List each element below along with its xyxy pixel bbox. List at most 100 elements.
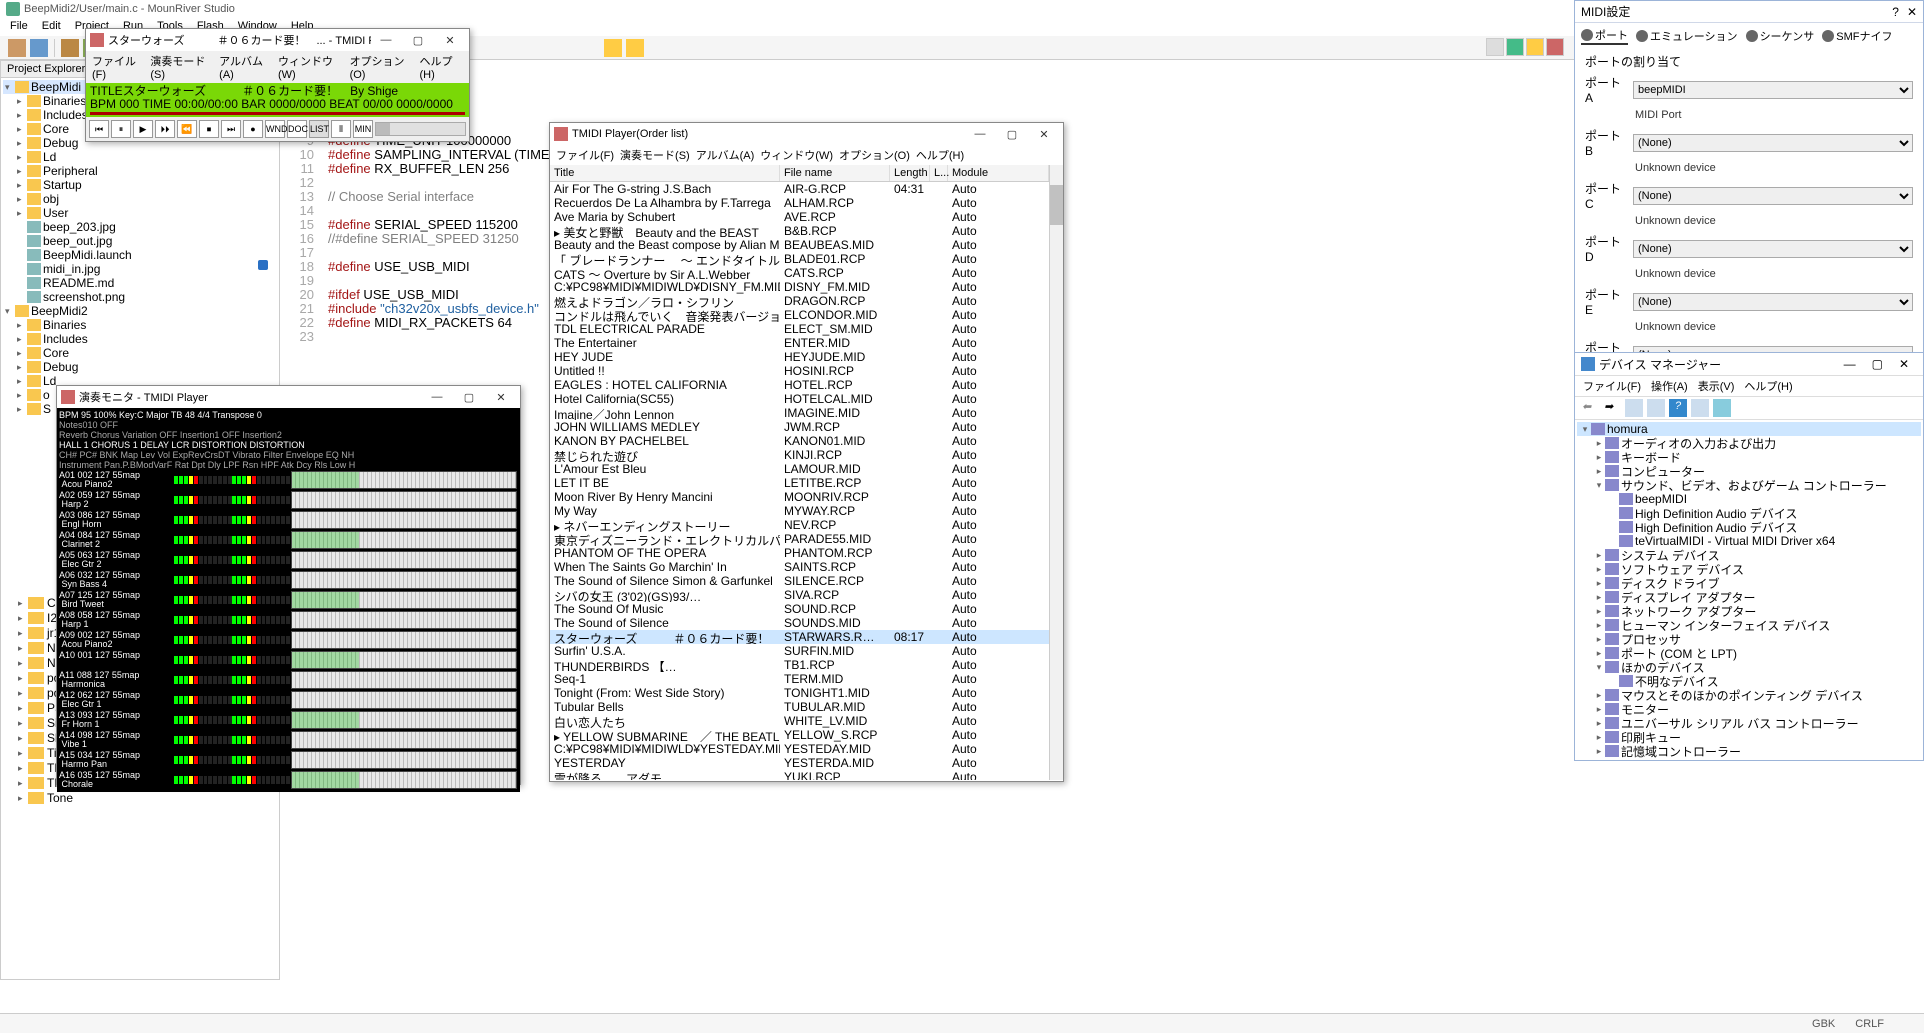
tab[interactable]: SMFナイフ (1822, 27, 1892, 45)
menu-item[interactable]: オプション(O) (839, 147, 910, 163)
list-item[interactable]: 白い恋人たちWHITE_LV.MIDAuto (550, 714, 1049, 728)
tree-node[interactable]: README.md (3, 276, 277, 290)
icon[interactable] (1526, 38, 1544, 56)
port-select[interactable]: (None) (1633, 293, 1913, 311)
list-item[interactable]: JOHN WILLIAMS MEDLEYJWM.RCPAuto (550, 420, 1049, 434)
stopbk-button[interactable]: ⏪ (177, 120, 197, 138)
menu-item[interactable]: ファイル(F) (1583, 378, 1641, 394)
list-item[interactable]: YESTERDAYYESTERDA.MIDAuto (550, 756, 1049, 770)
list-item[interactable]: ▸ ネバーエンディングストーリーNEV.RCPAuto (550, 518, 1049, 532)
list-item[interactable]: Recuerdos De La Alhambra by F.TarregaALH… (550, 196, 1049, 210)
tree-node[interactable]: ▸Ld (3, 150, 277, 164)
menu-item[interactable]: アルバム(A) (219, 53, 272, 81)
tree-node[interactable]: ▸Binaries (3, 318, 277, 332)
globe-icon[interactable] (1506, 38, 1524, 56)
devmgr-titlebar[interactable]: デバイス マネージャー — ▢ ✕ (1575, 353, 1923, 375)
list-item[interactable]: PHANTOM OF THE OPERAPHANTOM.RCPAuto (550, 546, 1049, 560)
tb-ic4[interactable] (1713, 399, 1731, 417)
menu-item[interactable]: ウィンドウ(W) (760, 147, 833, 163)
menu-item[interactable]: Edit (42, 20, 61, 34)
hammer-icon[interactable] (61, 39, 79, 57)
tree-node[interactable]: ▸obj (3, 192, 277, 206)
menu-item[interactable]: 演奏モード(S) (150, 53, 213, 81)
icon[interactable] (1546, 38, 1564, 56)
device-node[interactable]: ▸記憶域コントローラー (1577, 744, 1921, 758)
tab[interactable]: シーケンサ (1746, 27, 1815, 45)
back-icon[interactable]: ⬅ (1581, 399, 1599, 417)
tree-node[interactable]: ▸Peripheral (3, 164, 277, 178)
bars-button[interactable]: ⫴ (331, 120, 351, 138)
prev-button[interactable]: ⏮ (89, 120, 109, 138)
list-item[interactable]: コンドルは飛んでいく 音楽発表バージョン アッキ…ELCONDOR.MIDAut… (550, 308, 1049, 322)
min-button[interactable]: MIN (353, 120, 373, 138)
list-item[interactable]: 雪が降る アダモYUKI.RCPAuto (550, 770, 1049, 780)
col-module[interactable]: Module (948, 165, 1049, 181)
minimize-icon[interactable]: — (1836, 357, 1864, 371)
tree-node[interactable]: ▾BeepMidi2 (3, 304, 277, 318)
ffwd-button[interactable]: ⏵⏵ (155, 120, 175, 138)
list-button[interactable]: LIST (309, 120, 329, 138)
midiset-titlebar[interactable]: MIDI設定 ? ✕ (1575, 1, 1923, 23)
maximize-icon[interactable]: ▢ (997, 125, 1027, 143)
list-item[interactable]: THUNDERBIRDS 【…TB1.RCPAuto (550, 658, 1049, 672)
list-item[interactable]: Hotel California(SC55)HOTELCAL.MIDAuto (550, 392, 1049, 406)
tree-node[interactable]: ▸Debug (3, 360, 277, 374)
list-item[interactable]: 「 ブレードランナー 〜 エンドタイトル・テーマ 〜 」Arr…BLADE01.… (550, 252, 1049, 266)
tb-ic1[interactable] (1625, 399, 1643, 417)
menu-item[interactable]: オプション(O) (350, 53, 414, 81)
player-titlebar[interactable]: スターウォーズ ＃０６カード要！ ... - TMIDI Player — ▢ … (86, 29, 469, 51)
perf-titlebar[interactable]: 演奏モニタ - TMIDI Player — ▢ ✕ (57, 386, 520, 408)
back-icon[interactable] (604, 39, 622, 57)
list-item[interactable]: CATS 〜 Overture by Sir A.L.WebberCATS.RC… (550, 266, 1049, 280)
menu-item[interactable]: ウィンドウ(W) (278, 53, 344, 81)
save-icon[interactable] (30, 39, 48, 57)
tab[interactable]: ポート (1581, 27, 1628, 45)
devmgr-tree[interactable]: ▾homura▸オーディオの入力および出力▸キーボード▸コンピューター▾サウンド… (1575, 420, 1923, 760)
close-icon[interactable]: ✕ (1907, 5, 1917, 19)
list-item[interactable]: HEY JUDEHEYJUDE.MIDAuto (550, 350, 1049, 364)
maximize-icon[interactable]: ▢ (1864, 357, 1891, 371)
list-item[interactable]: Air For The G-string J.S.BachAIR-G.RCP04… (550, 182, 1049, 196)
close-icon[interactable]: ✕ (486, 388, 516, 406)
tree-node[interactable]: ▸Core (3, 346, 277, 360)
minimize-icon[interactable]: — (371, 31, 401, 49)
tab[interactable]: エミュレーション (1636, 27, 1738, 45)
list-item[interactable]: Imajine／John LennonIMAGINE.MIDAuto (550, 406, 1049, 420)
list-item[interactable]: My WayMYWAY.RCPAuto (550, 504, 1049, 518)
list-item[interactable]: Untitled !!HOSINI.RCPAuto (550, 364, 1049, 378)
port-select[interactable]: (None) (1633, 187, 1913, 205)
col-length[interactable]: Length (890, 165, 930, 181)
seek-scrollbar[interactable] (375, 122, 466, 136)
close-icon[interactable]: ✕ (1029, 125, 1059, 143)
tree-node[interactable]: screenshot.png (3, 290, 277, 304)
play-button[interactable]: ▶ (133, 120, 153, 138)
tb-ic3[interactable] (1691, 399, 1709, 417)
close-icon[interactable]: ✕ (435, 31, 465, 49)
list-item[interactable]: The Sound of SilenceSOUNDS.MIDAuto (550, 616, 1049, 630)
list-item[interactable]: Moon River By Henry ManciniMOONRIV.RCPAu… (550, 490, 1049, 504)
menu-item[interactable]: 演奏モード(S) (620, 147, 690, 163)
new-icon[interactable] (8, 39, 26, 57)
icon[interactable] (1486, 38, 1504, 56)
minimize-icon[interactable]: — (965, 125, 995, 143)
tree-node[interactable]: beep_out.jpg (3, 234, 277, 248)
menu-item[interactable]: File (10, 20, 28, 34)
wnd-button[interactable]: WND (265, 120, 285, 138)
menu-item[interactable]: ヘルプ(H) (419, 53, 463, 81)
next-button[interactable]: ⏭ (221, 120, 241, 138)
list-item[interactable]: シバの女王 (3'02)(GS)93/…SIVA.RCPAuto (550, 588, 1049, 602)
orderlist-titlebar[interactable]: TMIDI Player(Order list) — ▢ ✕ (550, 123, 1063, 145)
list-item[interactable]: 東京ディズニーランド・エレクトリカルパレードPARADE55.MIDAuto (550, 532, 1049, 546)
help-icon[interactable]: ? (1669, 399, 1687, 417)
pause-button[interactable]: ⏸ (111, 120, 131, 138)
list-item[interactable]: The Sound of Silence Simon & GarfunkelSI… (550, 574, 1049, 588)
tb-ic2[interactable] (1647, 399, 1665, 417)
device-node[interactable]: ▾ほかのデバイス (1577, 660, 1921, 674)
menu-item[interactable]: 操作(A) (1651, 378, 1688, 394)
menu-item[interactable]: 表示(V) (1698, 378, 1735, 394)
port-select[interactable]: (None) (1633, 240, 1913, 258)
fwd-icon[interactable]: ➡ (1603, 399, 1621, 417)
list-item[interactable]: Surfin' U.S.A.SURFIN.MIDAuto (550, 644, 1049, 658)
list-item[interactable]: Beauty and the Beast compose by Alian Me… (550, 238, 1049, 252)
list-item[interactable]: When The Saints Go Marchin' InSAINTS.RCP… (550, 560, 1049, 574)
